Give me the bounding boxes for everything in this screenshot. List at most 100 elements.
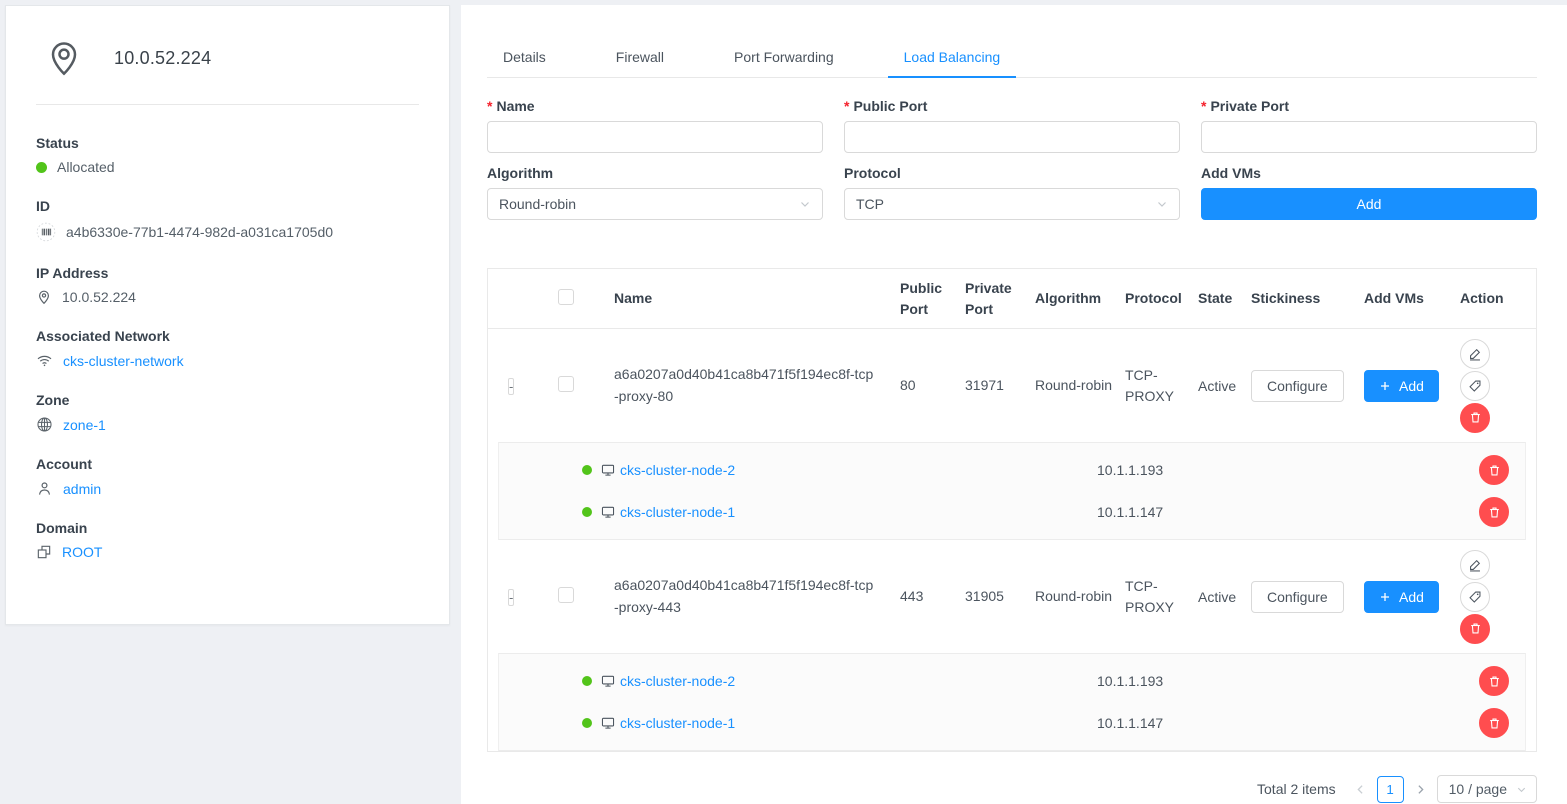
tab-port-forwarding[interactable]: Port Forwarding (718, 40, 850, 77)
name-input[interactable] (487, 121, 823, 153)
collapse-row-button[interactable]: - (508, 378, 514, 395)
protocol-label: Protocol (844, 165, 901, 181)
field-associated-network: Associated Network cks-cluster-network (36, 328, 419, 369)
protocol: TCP-PROXY (1113, 576, 1188, 618)
associated-network-link[interactable]: cks-cluster-network (63, 353, 184, 369)
header-action: Action (1446, 289, 1536, 308)
configure-stickiness-button[interactable]: Configure (1251, 581, 1344, 613)
vm-status-dot (582, 718, 592, 728)
header-add-vms: Add VMs (1355, 289, 1446, 308)
private-port-field-group: * Private Port (1201, 98, 1537, 153)
table-row: - a6a0207a0d40b41ca8b471f5f194ec8f-tcp-p… (488, 540, 1536, 653)
page-number-button[interactable]: 1 (1377, 776, 1404, 803)
header-public-port: Public Port (888, 278, 953, 320)
main-panel: Details Firewall Port Forwarding Load Ba… (461, 5, 1567, 804)
trash-icon (1488, 464, 1501, 477)
vm-monitor-icon (601, 674, 615, 688)
assigned-vms-section: cks-cluster-node-2 10.1.1.193 (498, 442, 1526, 540)
zone-link[interactable]: zone-1 (63, 417, 106, 433)
status-dot (36, 162, 47, 173)
add-rule-form: * Name * Public Port * Private Port (487, 98, 1537, 220)
vm-name-link[interactable]: cks-cluster-node-1 (620, 504, 735, 520)
private-port-label: Private Port (1210, 98, 1289, 114)
ip-value: 10.0.52.224 (62, 289, 136, 305)
field-label: Status (36, 135, 419, 151)
vm-status-dot (582, 676, 592, 686)
table-header-row: Name Public Port Private Port Algorithm … (488, 269, 1536, 329)
vm-monitor-icon (601, 463, 615, 477)
field-ip-address: IP Address 10.0.52.224 (36, 265, 419, 305)
add-vm-button[interactable]: Add (1364, 370, 1439, 402)
page-size-value: 10 / page (1449, 781, 1507, 797)
tab-load-balancing[interactable]: Load Balancing (888, 40, 1017, 77)
algorithm-selected-value: Round-robin (499, 196, 576, 212)
remove-vm-button[interactable] (1479, 455, 1509, 485)
pagination: Total 2 items 1 10 / page (487, 774, 1537, 804)
private-port: 31971 (953, 375, 1023, 396)
id-value: a4b6330e-77b1-4474-982d-a031ca1705d0 (66, 224, 333, 240)
rule-name: a6a0207a0d40b41ca8b471f5f194ec8f-tcp-pro… (596, 364, 888, 407)
algorithm: Round-robin (1023, 375, 1113, 396)
vm-name-link[interactable]: cks-cluster-node-2 (620, 462, 735, 478)
collapse-row-button[interactable]: - (508, 589, 514, 606)
row-checkbox[interactable] (558, 376, 574, 392)
vm-ip: 10.1.1.147 (1097, 504, 1479, 520)
account-link[interactable]: admin (63, 481, 101, 497)
header-private-port: Private Port (953, 278, 1023, 320)
vm-monitor-icon (601, 716, 615, 730)
private-port: 31905 (953, 586, 1023, 607)
header-algorithm: Algorithm (1023, 288, 1113, 309)
add-vm-button[interactable]: Add (1364, 581, 1439, 613)
tag-rule-button[interactable] (1460, 371, 1490, 401)
add-vm-button-label: Add (1399, 378, 1424, 394)
required-mark: * (1201, 98, 1206, 114)
select-all-checkbox[interactable] (558, 289, 574, 305)
header-name: Name (596, 288, 888, 310)
chevron-down-icon (1156, 198, 1168, 210)
algorithm-field-group: Algorithm Round-robin (487, 165, 823, 220)
private-port-input[interactable] (1201, 121, 1537, 153)
domain-icon (36, 544, 52, 560)
tag-rule-button[interactable] (1460, 582, 1490, 612)
page: 10.0.52.224 Status Allocated ID (0, 0, 1567, 794)
vm-name-link[interactable]: cks-cluster-node-2 (620, 673, 735, 689)
edit-rule-button[interactable] (1460, 339, 1490, 369)
tab-firewall[interactable]: Firewall (600, 40, 680, 77)
delete-rule-button[interactable] (1460, 403, 1490, 433)
load-balancing-table: Name Public Port Private Port Algorithm … (487, 268, 1537, 752)
page-size-select[interactable]: 10 / page (1437, 775, 1537, 803)
header-state: State (1188, 289, 1243, 308)
vm-row: cks-cluster-node-2 10.1.1.193 (499, 660, 1525, 702)
algorithm-select[interactable]: Round-robin (487, 188, 823, 220)
edit-icon (1468, 347, 1482, 361)
remove-vm-button[interactable] (1479, 666, 1509, 696)
field-label: Associated Network (36, 328, 419, 344)
configure-stickiness-button[interactable]: Configure (1251, 370, 1344, 402)
add-rule-button[interactable]: Add (1201, 188, 1537, 220)
delete-rule-button[interactable] (1460, 614, 1490, 644)
edit-rule-button[interactable] (1460, 550, 1490, 580)
vm-row: cks-cluster-node-1 10.1.1.147 (499, 702, 1525, 744)
field-account: Account admin (36, 456, 419, 497)
vm-name-link[interactable]: cks-cluster-node-1 (620, 715, 735, 731)
page-title: 10.0.52.224 (114, 48, 211, 69)
assigned-vms-section: cks-cluster-node-2 10.1.1.193 (498, 653, 1526, 751)
user-icon (36, 480, 53, 497)
tab-details[interactable]: Details (487, 40, 562, 77)
header-stickiness: Stickiness (1243, 289, 1355, 308)
add-button-label: Add (1357, 196, 1382, 212)
remove-vm-button[interactable] (1479, 497, 1509, 527)
remove-vm-button[interactable] (1479, 708, 1509, 738)
field-domain: Domain ROOT (36, 520, 419, 560)
ip-card-header: 10.0.52.224 (36, 32, 419, 78)
vm-monitor-icon (601, 505, 615, 519)
plus-icon (1379, 380, 1391, 392)
add-vms-label: Add VMs (1201, 165, 1261, 181)
vm-ip: 10.1.1.147 (1097, 715, 1479, 731)
row-checkbox[interactable] (558, 587, 574, 603)
rule-name: a6a0207a0d40b41ca8b471f5f194ec8f-tcp-pro… (596, 575, 888, 618)
protocol-select[interactable]: TCP (844, 188, 1180, 220)
public-port: 80 (888, 375, 953, 396)
public-port-input[interactable] (844, 121, 1180, 153)
domain-link[interactable]: ROOT (62, 544, 102, 560)
